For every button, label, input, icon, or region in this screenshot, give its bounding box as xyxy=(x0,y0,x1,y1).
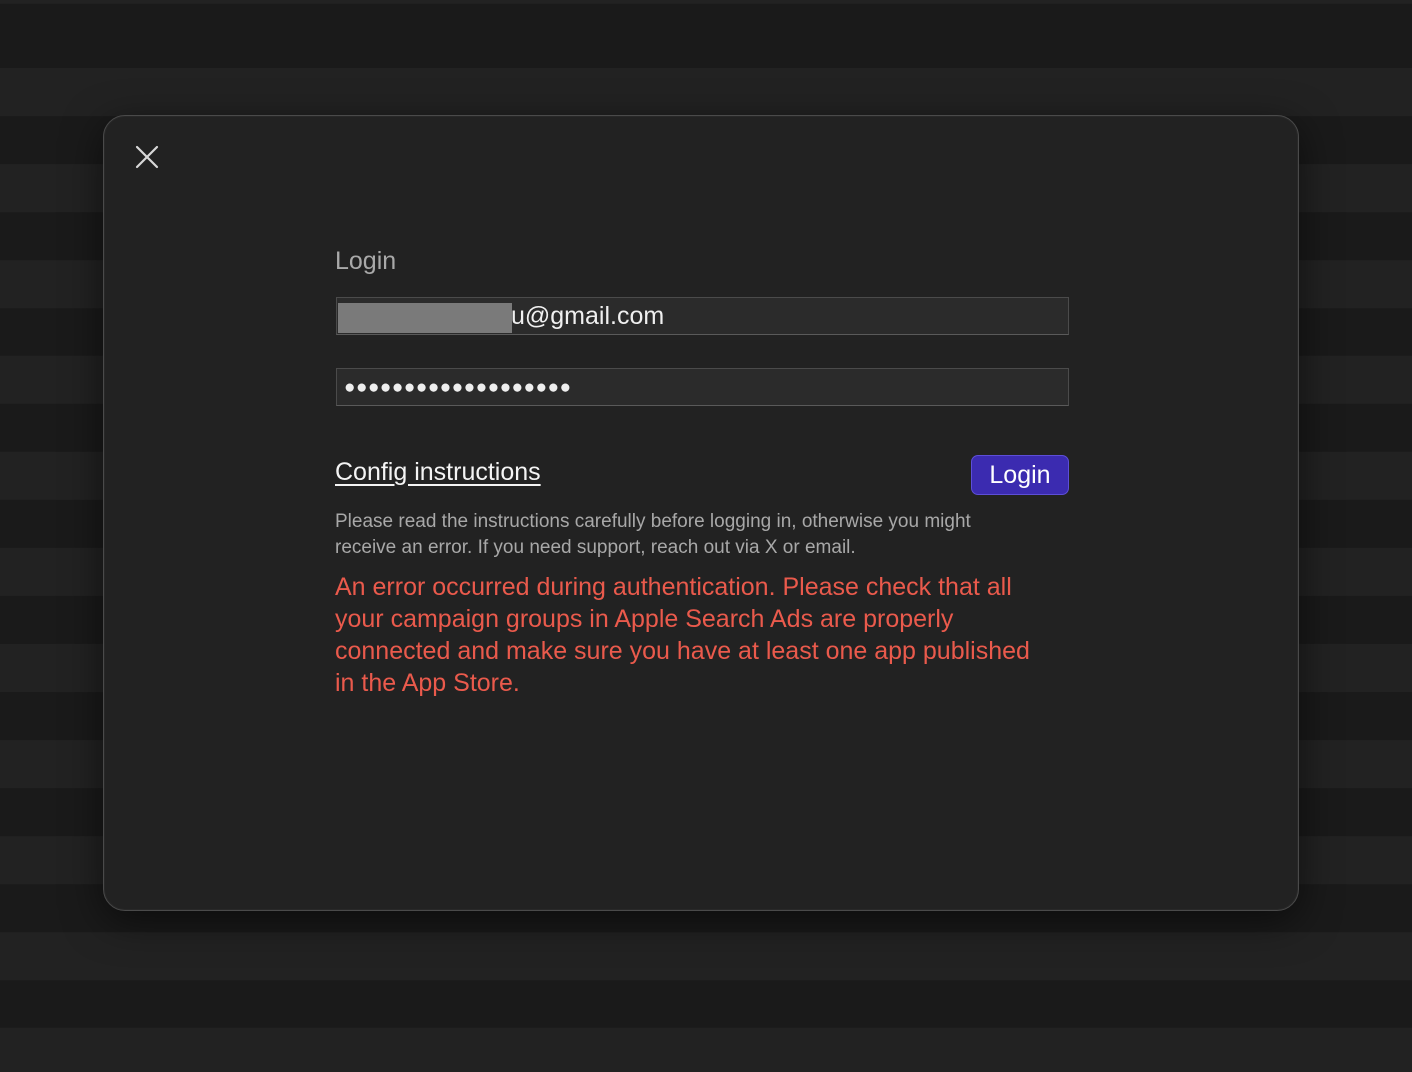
login-button[interactable]: Login xyxy=(971,455,1069,495)
page-title: Login xyxy=(335,247,397,275)
email-field[interactable]: u@gmail.com xyxy=(336,297,1069,335)
help-text: Please read the instructions carefully b… xyxy=(335,511,971,558)
error-message: An error occurred during authentication.… xyxy=(335,573,1030,697)
login-dialog: Login u@gmail.com ●●●●●●●●●●●●●●●●●●● Co… xyxy=(103,115,1299,911)
redaction-block xyxy=(338,303,512,333)
close-icon xyxy=(135,145,159,169)
password-value: ●●●●●●●●●●●●●●●●●●● xyxy=(344,377,572,398)
password-field[interactable]: ●●●●●●●●●●●●●●●●●●● xyxy=(336,368,1069,406)
email-value: u@gmail.com xyxy=(511,302,665,330)
config-instructions-link[interactable]: Config instructions xyxy=(335,457,541,487)
login-form: Login u@gmail.com ●●●●●●●●●●●●●●●●●●● Co… xyxy=(335,244,1070,699)
close-button[interactable] xyxy=(134,144,160,170)
action-row: Config instructions Login xyxy=(335,455,1070,505)
